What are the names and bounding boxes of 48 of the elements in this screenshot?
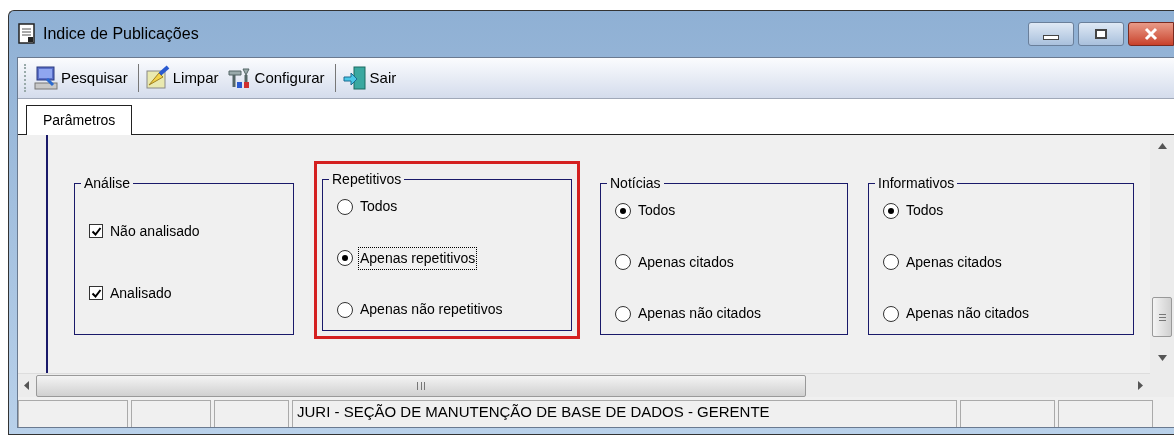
group-title: Notícias: [609, 174, 662, 193]
option-label: Apenas citados: [637, 252, 735, 272]
radio-button[interactable]: [615, 254, 631, 270]
radio-button[interactable]: [883, 305, 899, 322]
radio-button[interactable]: [883, 202, 899, 219]
window-title: Indice de Publicações: [43, 24, 199, 44]
option-label: Não analisado: [109, 221, 201, 241]
door-exit-icon: [341, 65, 368, 91]
option-label: Apenas citados: [905, 252, 1003, 272]
toolbar-button[interactable]: Pesquisar: [31, 65, 130, 91]
option-label: Todos: [359, 197, 399, 216]
option-label: Apenas não citados: [637, 304, 762, 323]
toolbar-button[interactable]: Limpar: [142, 65, 221, 91]
toolbar-button[interactable]: Sair: [339, 65, 399, 91]
scrollbar-thumb[interactable]: [36, 374, 806, 397]
broom-icon: [144, 65, 171, 91]
document-icon: [17, 23, 37, 45]
option-label: Apenas repetitivos: [359, 247, 477, 269]
radio-button[interactable]: [337, 198, 353, 215]
option-label: Todos: [637, 201, 677, 220]
scroll-up-icon[interactable]: [1157, 143, 1167, 149]
checkbox[interactable]: [89, 286, 103, 300]
radio-button[interactable]: [337, 250, 353, 266]
group-title: Repetitivos: [331, 170, 403, 189]
scroll-down-icon[interactable]: [1157, 355, 1167, 361]
close-icon: [1143, 27, 1159, 41]
vertical-scrollbar[interactable]: [1150, 135, 1174, 397]
radio-button[interactable]: [337, 301, 353, 318]
maximize-button[interactable]: [1078, 22, 1124, 46]
close-button[interactable]: [1128, 22, 1174, 46]
option-label: Todos: [905, 201, 945, 220]
tools-icon: [226, 65, 253, 91]
group-title: Informativos: [877, 174, 956, 193]
status-message: JURI - SEÇÃO DE MANUTENÇÃO DE BASE DE DADOS - GERENTE: [292, 400, 957, 427]
option-label: Apenas não repetitivos: [359, 300, 504, 319]
radio-button[interactable]: [615, 202, 631, 219]
option-label: Apenas não citados: [905, 304, 1030, 323]
scrollbar-thumb[interactable]: [1152, 297, 1172, 337]
tab[interactable]: Parâmetros: [26, 105, 133, 135]
minimize-button[interactable]: [1028, 22, 1074, 46]
radio-button[interactable]: [615, 305, 631, 322]
toolbar-button[interactable]: Configurar: [224, 65, 327, 91]
group-title: Análise: [83, 174, 131, 193]
option-label: Analisado: [109, 283, 173, 303]
radio-button[interactable]: [883, 254, 899, 270]
horizontal-scrollbar[interactable]: [18, 373, 1150, 397]
computer-icon: [33, 65, 59, 91]
checkbox[interactable]: [89, 224, 103, 238]
